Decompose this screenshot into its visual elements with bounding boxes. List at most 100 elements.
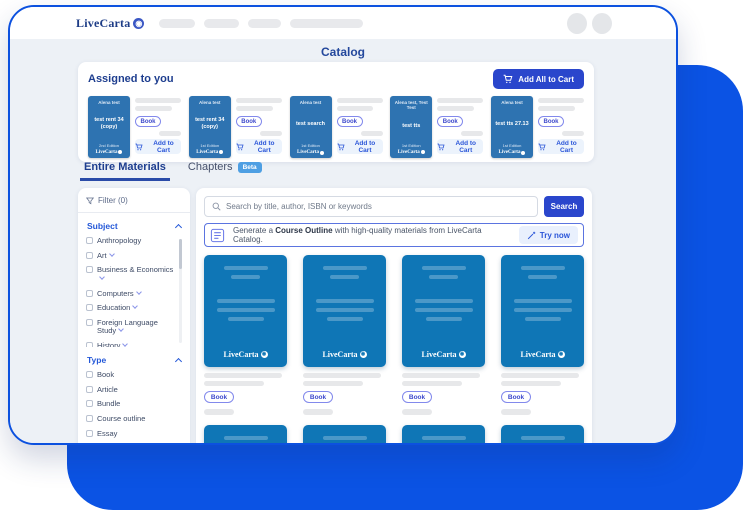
add-all-label: Add All to Cart bbox=[518, 75, 574, 84]
scrollbar[interactable] bbox=[179, 239, 182, 343]
try-now-button[interactable]: Try now bbox=[519, 226, 578, 244]
cover-placeholder bbox=[316, 308, 374, 312]
checkbox[interactable] bbox=[86, 237, 93, 244]
filter-header[interactable]: Filter (0) bbox=[86, 196, 182, 205]
type-option[interactable]: Course outline bbox=[86, 415, 182, 424]
scrollbar-thumb[interactable] bbox=[179, 239, 182, 269]
catalog-card: LiveCarta◉ Book bbox=[501, 255, 584, 415]
type-option[interactable]: Bundle bbox=[86, 400, 182, 409]
cover-placeholder bbox=[525, 317, 561, 321]
add-all-to-cart-button[interactable]: Add All to Cart bbox=[493, 69, 584, 89]
catalog-card: LiveCarta◉ Book bbox=[303, 255, 386, 415]
avatar[interactable] bbox=[567, 13, 587, 34]
subject-option-label: Foreign Language Study bbox=[97, 318, 158, 336]
checkbox[interactable] bbox=[86, 415, 93, 422]
assigned-book-card: Alena test, Test Test test tts 1st Editi… bbox=[390, 96, 483, 158]
subject-option[interactable]: Education bbox=[86, 304, 175, 313]
type-option-label: Course outline bbox=[97, 415, 145, 424]
book-author: Alena test, Test Test bbox=[392, 100, 430, 111]
cover-logo: LiveCarta bbox=[96, 150, 118, 155]
checkbox[interactable] bbox=[86, 304, 93, 311]
cover-placeholder bbox=[224, 436, 268, 440]
type-option[interactable]: Book bbox=[86, 371, 182, 380]
logo-circle-icon bbox=[219, 150, 223, 154]
catalog-card bbox=[402, 425, 485, 443]
logo-text: LiveCarta bbox=[76, 16, 130, 31]
text-placeholder bbox=[303, 381, 363, 386]
book-cover[interactable]: Alena test test rent 34 (copy) 2nd Editi… bbox=[88, 96, 130, 158]
subject-option[interactable]: Business & Economics bbox=[86, 266, 175, 283]
chevron-up-icon bbox=[175, 224, 182, 231]
try-now-label: Try now bbox=[540, 231, 570, 240]
add-to-cart-label: Add to Cart bbox=[146, 140, 181, 154]
logo-circle-icon bbox=[421, 150, 425, 154]
subject-option[interactable]: Foreign Language Study bbox=[86, 319, 175, 336]
subject-option[interactable]: Anthropology bbox=[86, 237, 175, 246]
book-type-badge: Book bbox=[135, 116, 161, 127]
checkbox[interactable] bbox=[86, 386, 93, 393]
tab-chapters[interactable]: Chapters Beta bbox=[188, 161, 262, 181]
assigned-book-card: Alena test test rent 34 (copy) 1st Editi… bbox=[189, 96, 282, 158]
logo-circle-icon: ◉ bbox=[459, 351, 466, 358]
book-cover[interactable] bbox=[303, 425, 386, 443]
book-cover[interactable] bbox=[402, 425, 485, 443]
cart-icon bbox=[236, 143, 244, 151]
add-to-cart-label: Add to Cart bbox=[348, 140, 383, 154]
subject-option[interactable]: Art bbox=[86, 252, 175, 261]
book-cover[interactable] bbox=[501, 425, 584, 443]
book-cover[interactable]: LiveCarta◉ bbox=[204, 255, 287, 367]
type-section-header[interactable]: Type bbox=[87, 355, 181, 365]
assigned-section: Assigned to you Add All to Cart Alena te… bbox=[78, 62, 594, 162]
checkbox[interactable] bbox=[86, 400, 93, 407]
add-to-cart-button[interactable]: Add to Cart bbox=[135, 139, 181, 154]
add-to-cart-button[interactable]: Add to Cart bbox=[437, 139, 483, 154]
text-placeholder bbox=[402, 381, 462, 386]
checkbox[interactable] bbox=[86, 252, 93, 259]
book-cover[interactable]: LiveCarta◉ bbox=[303, 255, 386, 367]
text-placeholder bbox=[538, 106, 575, 111]
cover-placeholder bbox=[429, 275, 458, 279]
add-to-cart-button[interactable]: Add to Cart bbox=[337, 139, 383, 154]
page: LiveCarta ◉ Catalog Assigned to you bbox=[0, 0, 747, 514]
book-type-badge: Book bbox=[236, 116, 262, 127]
search-button[interactable]: Search bbox=[544, 196, 584, 217]
cover-placeholder bbox=[217, 299, 275, 303]
avatar[interactable] bbox=[592, 13, 612, 34]
book-cover[interactable]: Alena test test rent 34 (copy) 1st Editi… bbox=[189, 96, 231, 158]
search-input[interactable] bbox=[226, 202, 530, 211]
checkbox[interactable] bbox=[86, 266, 93, 273]
text-placeholder bbox=[236, 98, 282, 103]
subject-option-label: Computers bbox=[97, 289, 134, 298]
book-cover[interactable]: Alena test test search 1st Edition LiveC… bbox=[290, 96, 332, 158]
chevron-up-icon bbox=[175, 358, 182, 365]
type-option[interactable]: Article bbox=[86, 386, 182, 395]
add-to-cart-label: Add to Cart bbox=[549, 140, 584, 154]
subject-section-header[interactable]: Subject bbox=[87, 221, 181, 231]
book-author: Alena test bbox=[501, 100, 523, 105]
subject-option-label: Anthropology bbox=[97, 237, 141, 246]
text-placeholder bbox=[437, 106, 474, 111]
subject-option[interactable]: History bbox=[86, 342, 175, 347]
cart-icon bbox=[337, 143, 345, 151]
add-to-cart-button[interactable]: Add to Cart bbox=[236, 139, 282, 154]
checkbox[interactable] bbox=[86, 290, 93, 297]
cover-placeholder bbox=[415, 299, 473, 303]
book-title: test tts bbox=[402, 123, 420, 130]
checkbox[interactable] bbox=[86, 430, 93, 437]
type-option[interactable]: Essay bbox=[86, 430, 182, 439]
book-cover[interactable]: Alena test test tts 27.13 1st Edition Li… bbox=[491, 96, 533, 158]
text-placeholder bbox=[361, 131, 383, 136]
subject-option[interactable]: Computers bbox=[86, 290, 175, 299]
checkbox[interactable] bbox=[86, 371, 93, 378]
logo-circle-icon: ◉ bbox=[261, 351, 268, 358]
book-cover[interactable]: LiveCarta◉ bbox=[501, 255, 584, 367]
book-cover[interactable]: Alena test, Test Test test tts 1st Editi… bbox=[390, 96, 432, 158]
tab-entire-materials[interactable]: Entire Materials bbox=[80, 161, 170, 181]
text-placeholder bbox=[402, 409, 432, 415]
checkbox[interactable] bbox=[86, 319, 93, 326]
add-to-cart-button[interactable]: Add to Cart bbox=[538, 139, 584, 154]
book-cover[interactable] bbox=[204, 425, 287, 443]
text-placeholder bbox=[402, 373, 480, 378]
book-cover[interactable]: LiveCarta◉ bbox=[402, 255, 485, 367]
checkbox[interactable] bbox=[86, 342, 93, 347]
